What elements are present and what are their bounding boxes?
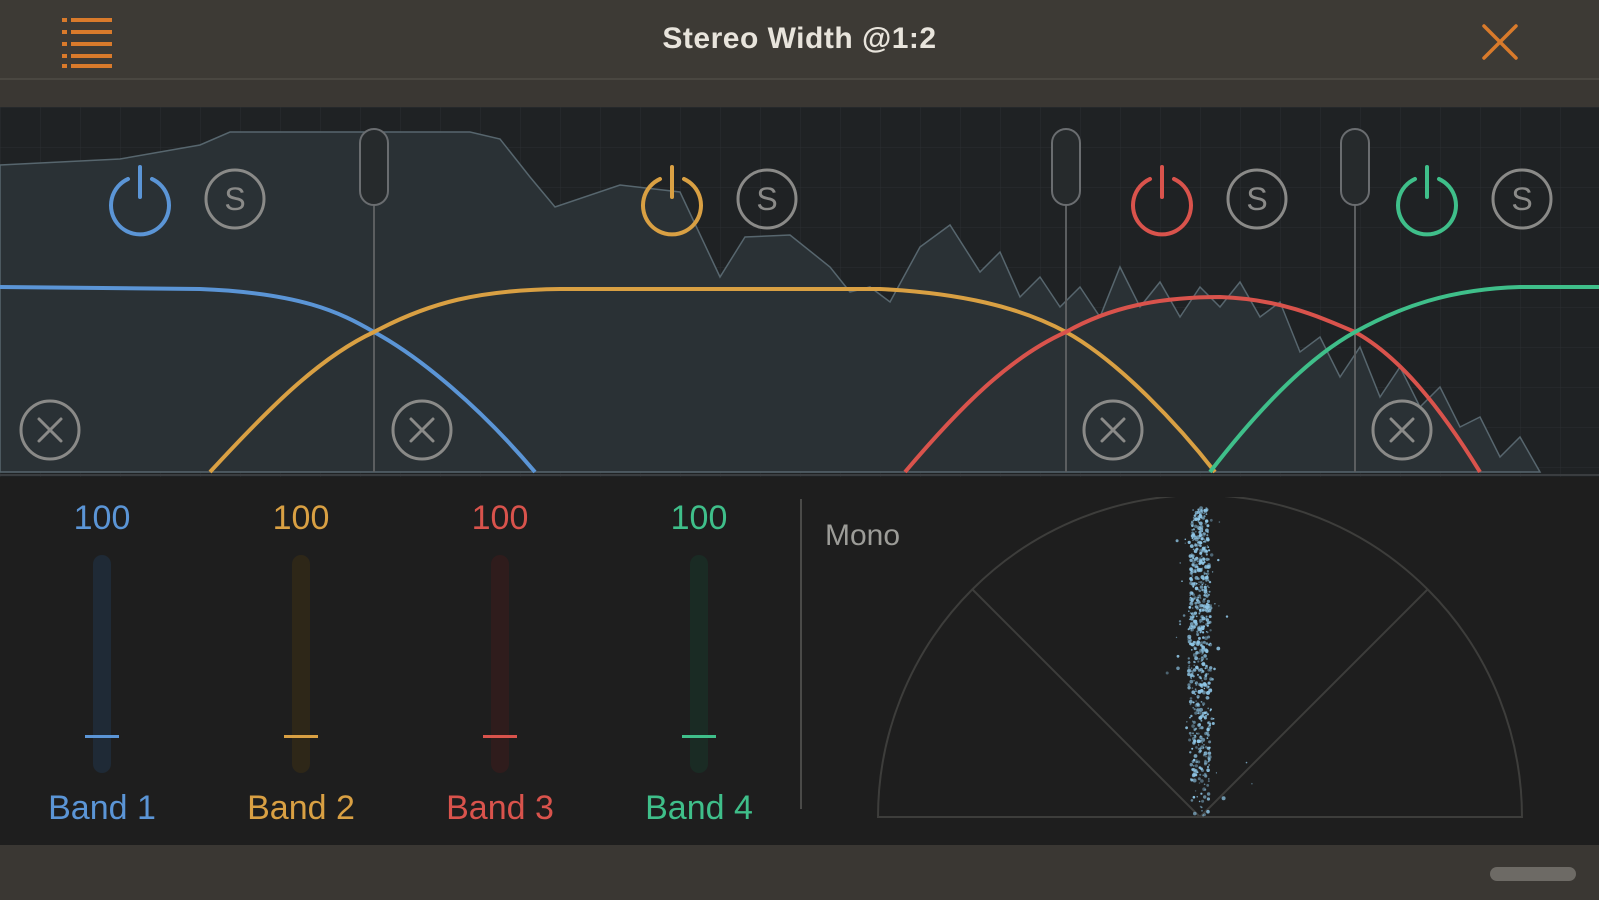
- panel-divider: [800, 499, 802, 809]
- sub-bar: [0, 80, 1599, 107]
- plugin-title: Stereo Width @1:2: [662, 22, 937, 55]
- stereo-goniometer: [876, 497, 1524, 818]
- band-1-value: 100: [73, 499, 131, 537]
- resize-handle[interactable]: [1490, 867, 1576, 881]
- band-1-slider-thumb[interactable]: [85, 735, 119, 738]
- close-icon[interactable]: [1480, 22, 1520, 62]
- solo-label: S: [1511, 181, 1532, 217]
- band-4-width-slider[interactable]: [682, 555, 716, 773]
- band-3-value: 100: [471, 499, 529, 537]
- band-2-value: 100: [272, 499, 330, 537]
- band-3-width-slider[interactable]: [483, 555, 517, 773]
- title-bar: Stereo Width @1:2: [0, 0, 1599, 80]
- band-1-label: Band 1: [48, 789, 156, 827]
- solo-label: S: [756, 181, 777, 217]
- band-3-label: Band 3: [446, 789, 554, 827]
- band-2-label: Band 2: [247, 789, 355, 827]
- crossover-spectrum[interactable]: S S S S: [0, 107, 1599, 477]
- band-4-value: 100: [670, 499, 728, 537]
- band-2-slider-thumb[interactable]: [284, 735, 318, 738]
- band-3-slider-thumb[interactable]: [483, 735, 517, 738]
- goniometer-dots: [1165, 506, 1253, 817]
- band-4-slider-thumb[interactable]: [682, 735, 716, 738]
- solo-label: S: [1246, 181, 1267, 217]
- controls-panel: 100 Band 1 100 Band 2 100 Band 3 100 Ban…: [0, 477, 1599, 845]
- band-4-label: Band 4: [645, 789, 753, 827]
- band-2-width-slider[interactable]: [284, 555, 318, 773]
- band-1-width-slider[interactable]: [85, 555, 119, 773]
- solo-label: S: [224, 181, 245, 217]
- bottom-bar: [0, 845, 1599, 900]
